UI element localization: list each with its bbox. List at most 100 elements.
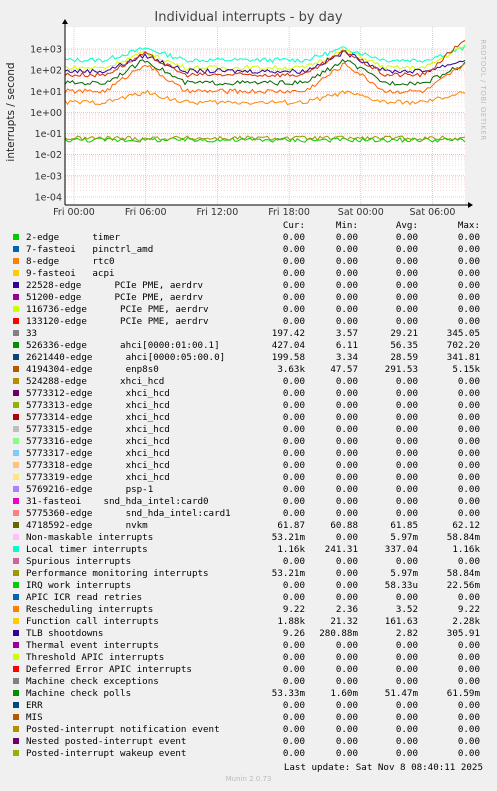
legend-name: 51200-edge PCIe PME, aerdrv — [26, 292, 204, 303]
legend-max: 0.00 — [457, 400, 480, 411]
legend-name: Thermal event interrupts — [26, 640, 159, 651]
legend-swatch — [13, 342, 19, 348]
legend-name: Machine check polls — [26, 688, 132, 699]
legend-swatch — [13, 582, 19, 588]
y-tick-label: 1e-01 — [35, 129, 62, 140]
legend-avg: 0.00 — [395, 664, 418, 675]
legend-max: 0.00 — [457, 664, 480, 675]
legend-avg: 0.00 — [395, 484, 418, 495]
legend-name: 8-edge rtc0 — [26, 256, 115, 267]
legend-name: Posted-interrupt notification event — [26, 724, 220, 735]
legend-max: 0.00 — [457, 412, 480, 423]
legend-swatch — [13, 354, 19, 360]
legend-max: 0.00 — [457, 736, 480, 747]
legend-name: 133120-edge PCIe PME, aerdrv — [26, 316, 209, 327]
legend-swatch — [13, 498, 19, 504]
legend-avg: 0.00 — [395, 256, 418, 267]
legend-avg: 0.00 — [395, 412, 418, 423]
legend-max: 341.81 — [446, 352, 480, 363]
legend-avg: 0.00 — [395, 592, 418, 603]
munin-version: Munin 2.0.73 — [225, 775, 272, 783]
legend-max: 0.00 — [457, 424, 480, 435]
legend-avg: 0.00 — [395, 700, 418, 711]
legend-swatch — [13, 426, 19, 432]
legend-name: 5773315-edge xhci_hcd — [26, 424, 170, 435]
legend-swatch — [13, 414, 19, 420]
legend-avg: 291.53 — [384, 364, 418, 375]
legend-avg: 0.00 — [395, 388, 418, 399]
legend-max: 0.00 — [457, 292, 480, 303]
legend-name: 5773317-edge xhci_hcd — [26, 448, 170, 459]
legend-avg: 28.59 — [390, 352, 418, 363]
legend-row: 51200-edge PCIe PME, aerdrv 0.00 0.00 0.00 0… — [0, 292, 497, 304]
legend-avg: 0.00 — [395, 652, 418, 663]
legend-row: 4718592-edge nvkm 61.87 60.88 61.85 62.12 — [0, 520, 497, 532]
legend-row: 33 197.42 3.57 29.21 345.05 — [0, 328, 497, 340]
legend-row: Local timer interrupts 1.16k 241.31 337.04 1… — [0, 544, 497, 556]
legend-name: Non-maskable interrupts — [26, 532, 154, 543]
legend-avg: 0.00 — [395, 724, 418, 735]
legend-avg: 58.33u — [384, 580, 418, 591]
legend-row: APIC ICR read retries 0.00 0.00 0.00 0.00 — [0, 592, 497, 604]
y-tick-label: 1e+00 — [30, 108, 62, 119]
legend-swatch — [13, 234, 19, 240]
legend-swatch — [13, 378, 19, 384]
x-tick-label: Fri 18:00 — [268, 207, 310, 218]
legend-row: 9-fasteoi acpi 0.00 0.00 0.00 0.00 — [0, 268, 497, 280]
legend-avg: 56.35 — [390, 340, 418, 351]
legend-max: 0.00 — [457, 460, 480, 471]
legend-row: 2-edge timer 0.00 0.00 0.00 0.00 — [0, 232, 497, 244]
legend-max: 0.00 — [457, 748, 480, 759]
legend-swatch — [13, 330, 19, 336]
legend-swatch — [13, 714, 19, 720]
legend-name: IRQ work interrupts — [26, 580, 132, 591]
legend-row: Posted-interrupt wakeup event 0.00 0.00 0.0… — [0, 748, 497, 760]
legend-row: 4194304-edge enp8s0 3.63k 47.57 291.53 5.15k — [0, 364, 497, 376]
legend-swatch — [13, 486, 19, 492]
legend-swatch — [13, 306, 19, 312]
legend-name: Nested posted-interrupt event — [26, 736, 187, 747]
legend-name: 5775360-edge snd_hda_intel:card1 — [26, 508, 231, 519]
legend-name: Deferred Error APIC interrupts — [26, 664, 192, 675]
legend-avg: 0.00 — [395, 460, 418, 471]
legend-swatch — [13, 270, 19, 276]
legend-swatch — [13, 666, 19, 672]
legend-name: APIC ICR read retries — [26, 592, 143, 603]
legend-name: 116736-edge PCIe PME, aerdrv — [26, 304, 209, 315]
legend-max: 0.00 — [457, 436, 480, 447]
legend-name: ERR — [26, 700, 43, 711]
legend-name: Local timer interrupts — [26, 544, 148, 555]
legend-avg: 0.00 — [395, 244, 418, 255]
legend-row: 526336-edge ahci[0000:01:00.1] 427.04 6.11… — [0, 340, 497, 352]
legend-avg: 0.00 — [395, 676, 418, 687]
legend-name: 31-fasteoi snd_hda_intel:card0 — [26, 496, 209, 507]
legend-max: 345.05 — [446, 328, 480, 339]
legend-row: 5773315-edge xhci_hcd 0.00 0.00 0.00 0.00 — [0, 424, 497, 436]
legend-max: 62.12 — [452, 520, 480, 531]
legend-avg: 5.97m — [390, 568, 418, 579]
legend-name: 524288-edge xhci_hcd — [26, 376, 165, 387]
legend-swatch — [13, 510, 19, 516]
legend-avg: 0.00 — [395, 712, 418, 723]
legend-row: 8-edge rtc0 0.00 0.00 0.00 0.00 — [0, 256, 497, 268]
legend-name: Function call interrupts — [26, 616, 159, 627]
legend-max: 0.00 — [457, 472, 480, 483]
legend-swatch — [13, 438, 19, 444]
legend-swatch — [13, 258, 19, 264]
legend-row: Performance monitoring interrupts 53.21m 0… — [0, 568, 497, 580]
legend-avg: 0.00 — [395, 448, 418, 459]
legend-name: Threshold APIC interrupts — [26, 652, 165, 663]
y-tick-label: 1e+03 — [30, 45, 62, 56]
legend-max: 0.00 — [457, 556, 480, 567]
legend-swatch — [13, 402, 19, 408]
legend-swatch — [13, 702, 19, 708]
legend-max: 0.00 — [457, 448, 480, 459]
legend-row: MIS 0.00 0.00 0.00 0.00 — [0, 712, 497, 724]
legend-row: 133120-edge PCIe PME, aerdrv 0.00 0.00 0.00… — [0, 316, 497, 328]
legend-max: 0.00 — [457, 724, 480, 735]
legend-row: 5773313-edge xhci_hcd 0.00 0.00 0.00 0.00 — [0, 400, 497, 412]
legend-row: 22528-edge PCIe PME, aerdrv 0.00 0.00 0.00 0… — [0, 280, 497, 292]
legend-avg: 0.00 — [395, 436, 418, 447]
legend-avg: 0.00 — [395, 292, 418, 303]
legend-max: 2.28k — [452, 616, 480, 627]
